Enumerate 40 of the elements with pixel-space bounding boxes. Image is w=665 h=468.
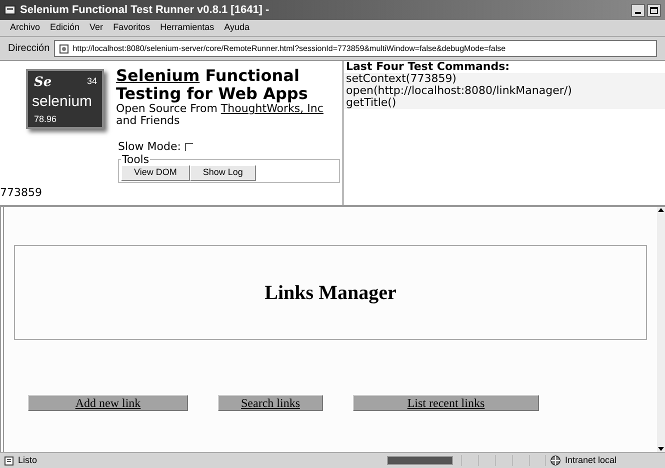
subtitle-text: and Friends: [116, 115, 181, 127]
thoughtworks-link[interactable]: ThoughtWorks, Inc: [220, 102, 324, 115]
maximize-button[interactable]: [647, 4, 661, 16]
heading-panel: Links Manager: [14, 245, 647, 340]
address-label: Dirección: [8, 42, 50, 56]
minimize-button[interactable]: [631, 4, 645, 16]
page-icon: [58, 44, 69, 54]
commands-title: Last Four Test Commands:: [345, 61, 511, 73]
page-icon: [4, 456, 14, 466]
zone-text: Intranet local: [565, 454, 617, 467]
nav-link[interactable]: List recent links: [353, 395, 539, 411]
header-title: Testing for Web Apps: [116, 85, 309, 103]
address-field[interactable]: http://localhost:8080/selenium-server/core/RemoteRunner.html?sessionId=773859&multiWindow=false&debugMode=false: [54, 40, 657, 57]
command-text: setContext(773859): [346, 73, 458, 85]
globe-icon: [550, 455, 561, 466]
status-text: Listo: [18, 454, 38, 467]
tools-group: Tools View DOM Show Log: [118, 154, 340, 182]
selenium-link[interactable]: Selenium: [116, 66, 200, 85]
slow-mode-label: Slow Mode:: [118, 139, 181, 154]
scrollbar[interactable]: [657, 207, 665, 452]
tool-button[interactable]: Show Log: [190, 164, 256, 180]
session-id: 773859: [0, 184, 43, 200]
menu-item[interactable]: Edición: [50, 21, 80, 35]
nav-link[interactable]: Add new link: [28, 395, 188, 411]
scroll-down-arrow-icon[interactable]: [658, 446, 664, 452]
menu-item[interactable]: Favoritos: [113, 21, 150, 35]
menu-item[interactable]: Herramientas: [160, 21, 214, 35]
menu-item[interactable]: Ayuda: [224, 21, 250, 35]
menu-item[interactable]: Ver: [90, 21, 104, 35]
tool-button[interactable]: View DOM: [121, 164, 190, 180]
window-title: Selenium Functional Test Runner v0.8.1 [1641] -: [20, 2, 270, 18]
header-title: Functional: [204, 66, 300, 85]
app-icon: [4, 4, 16, 16]
selenium-logo: Se 34 selenium 78.96: [26, 69, 104, 129]
menu-item[interactable]: Archivo: [10, 21, 40, 35]
subtitle-text: Open Source From: [116, 102, 218, 115]
command-text: open(http://localhost:8080/linkManager/): [346, 85, 573, 97]
scroll-up-arrow-icon[interactable]: [658, 207, 664, 213]
command-text: getTitle(): [346, 97, 396, 109]
nav-link[interactable]: Search links: [218, 395, 323, 411]
